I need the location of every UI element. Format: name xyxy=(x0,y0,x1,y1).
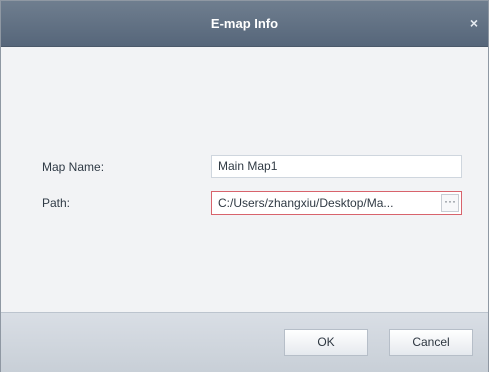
cancel-button[interactable]: Cancel xyxy=(389,329,473,356)
emap-info-dialog: E-map Info × Map Name: Main Map1 Path: C… xyxy=(0,0,489,372)
dialog-footer: OK Cancel xyxy=(1,312,488,372)
path-input[interactable]: C:/Users/zhangxiu/Desktop/Ma... xyxy=(211,191,462,215)
dialog-titlebar[interactable]: E-map Info × xyxy=(1,1,488,47)
path-label: Path: xyxy=(42,196,71,210)
map-name-input[interactable]: Main Map1 xyxy=(211,155,462,178)
browse-button[interactable]: ··· xyxy=(441,194,459,212)
close-icon[interactable]: × xyxy=(466,15,482,31)
map-name-label: Map Name: xyxy=(42,160,105,174)
dialog-title: E-map Info xyxy=(210,16,279,31)
dialog-content: Map Name: Main Map1 Path: C:/Users/zhang… xyxy=(1,47,488,312)
ok-button[interactable]: OK xyxy=(284,329,368,356)
